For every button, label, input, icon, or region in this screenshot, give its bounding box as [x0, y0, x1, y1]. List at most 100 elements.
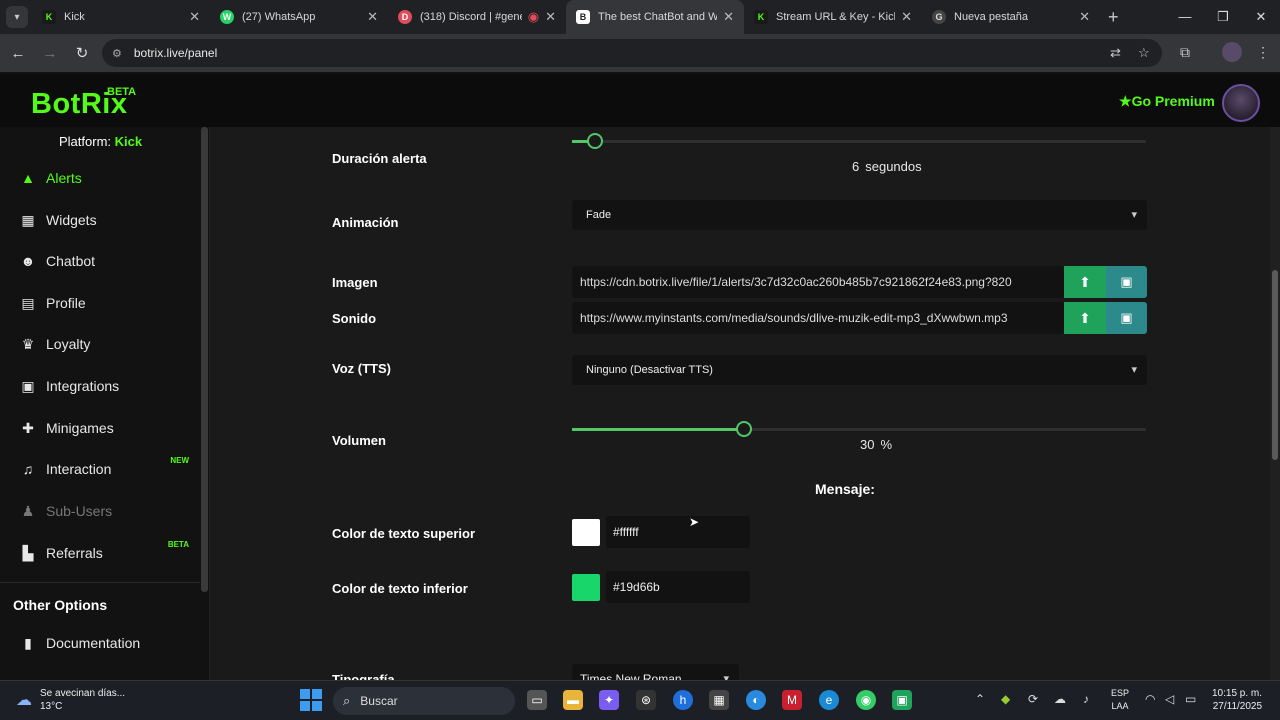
tray-sync-icon[interactable]: ⟳ [1028, 692, 1038, 706]
sidebar-item-minigames[interactable]: ✚ Minigames [0, 409, 200, 447]
sound-gallery-button[interactable]: ▣ [1106, 302, 1147, 334]
close-icon[interactable]: ✕ [367, 9, 378, 25]
image-url-input[interactable]: https://cdn.botrix.live/file/1/alerts/3c… [572, 266, 1064, 298]
app-icon[interactable]: ◐ [746, 690, 766, 710]
animation-select[interactable]: Fade ▾ [572, 200, 1147, 230]
tab-new-tab[interactable]: G Nueva pestaña ✕ [922, 0, 1100, 34]
upload-sound-button[interactable]: ⬆ [1064, 302, 1106, 334]
sidebar-item-sub-users[interactable]: ♟ Sub-Users [0, 492, 200, 530]
url-omnibox[interactable]: ⚙ botrix.live/panel ⇄ ☆ [102, 39, 1162, 67]
sidebar-item-referrals[interactable]: ▙ Referrals BETA [0, 534, 200, 572]
microphone-icon[interactable]: ♪ [1083, 692, 1089, 706]
system-clock[interactable]: 10:15 p. m. 27/11/2025 [1212, 687, 1262, 713]
bookmark-star-icon[interactable]: ☆ [1138, 45, 1150, 61]
steam-icon[interactable]: ⊛ [636, 690, 656, 710]
top-text-color-swatch[interactable] [572, 519, 600, 546]
page-scrollbar[interactable] [1270, 127, 1280, 680]
close-icon[interactable]: ✕ [723, 9, 734, 25]
upload-image-button[interactable]: ⬆ [1064, 266, 1106, 298]
sidebar-item-interaction[interactable]: ♫ Interaction NEW [0, 450, 200, 488]
star-icon: ★ [1119, 93, 1132, 109]
sidebar-item-integrations[interactable]: ▣ Integrations [0, 367, 200, 405]
volume-slider[interactable] [572, 421, 1146, 437]
wifi-icon[interactable]: ◠ [1145, 692, 1155, 706]
duration-value: 6 [852, 159, 860, 174]
sidebar-item-loyalty[interactable]: ♛ Loyalty [0, 325, 200, 363]
sidebar-item-alerts[interactable]: ▲ Alerts [0, 159, 200, 197]
top-text-color-input[interactable]: #ffffff [606, 516, 750, 548]
close-window-icon[interactable]: ✕ [1242, 0, 1280, 34]
tab-search-dropdown[interactable]: ▾ [6, 6, 28, 28]
file-explorer-icon[interactable]: ▬ [563, 690, 583, 710]
tray-app-icon[interactable]: ◆ [1001, 692, 1010, 706]
maximize-icon[interactable]: ❐ [1204, 0, 1242, 34]
battery-icon[interactable]: ▭ [1185, 692, 1196, 706]
chevron-down-icon: ▾ [1131, 364, 1137, 376]
forward-arrow-icon[interactable]: → [36, 45, 64, 62]
lang-line-1: ESP [1111, 688, 1130, 698]
menu-kebab-icon[interactable]: ⋮ [1256, 44, 1270, 61]
weather-widget[interactable]: ☁ Se avecinan días... 13°C [16, 687, 125, 713]
users-icon: ♟ [21, 502, 35, 519]
sidebar-item-chatbot[interactable]: ☻ Chatbot [0, 242, 200, 280]
bottom-text-color-swatch[interactable] [572, 574, 600, 601]
bottom-text-color-input[interactable]: #19d66b [606, 571, 750, 603]
image-gallery-button[interactable]: ▣ [1106, 266, 1147, 298]
duration-slider-handle[interactable] [586, 133, 603, 149]
tray-chevron-icon[interactable]: ⌃ [975, 692, 985, 706]
duration-readout: 6 segundos [852, 159, 922, 174]
tab-whatsapp[interactable]: W (27) WhatsApp ✕ [210, 0, 388, 34]
temperature: 13°C [40, 701, 63, 712]
taskbar-search[interactable]: ⌕ Buscar [333, 687, 515, 715]
store-icon[interactable]: ▦ [709, 690, 729, 710]
new-tab-plus-icon[interactable]: + [1108, 7, 1119, 28]
task-view-icon[interactable]: ▭ [527, 690, 547, 710]
volume-slider-handle[interactable] [736, 421, 753, 437]
sidebar-item-profile[interactable]: ▤ Profile [0, 284, 200, 322]
sidebar-item-widgets[interactable]: ▦ Widgets [0, 201, 200, 239]
sound-url-input[interactable]: https://www.myinstants.com/media/sounds/… [572, 302, 1064, 334]
language-indicator[interactable]: ESP LAA [1111, 687, 1129, 713]
reload-icon[interactable]: ↻ [68, 44, 96, 62]
hp-icon[interactable]: h [673, 690, 693, 710]
close-icon[interactable]: ✕ [545, 9, 556, 25]
close-icon[interactable]: ✕ [189, 9, 200, 25]
tray-cloud-icon[interactable]: ☁ [1054, 692, 1066, 706]
gamepad-icon: ✚ [22, 419, 34, 436]
tab-title: Nueva pestaña [954, 11, 1028, 23]
tab-stream-key[interactable]: K Stream URL & Key - Kick Dashboard ✕ [744, 0, 922, 34]
tab-title: Kick [64, 11, 85, 23]
tab-discord[interactable]: D (318) Discord | #general ◉ ✕ [388, 0, 566, 34]
copilot-icon[interactable]: ✦ [599, 690, 619, 710]
volume-slider-fill [572, 428, 745, 431]
scrollbar-thumb[interactable] [1272, 270, 1278, 460]
tab-title: The best ChatBot and Widgets [598, 11, 718, 23]
kick-app-icon[interactable]: ▣ [892, 690, 912, 710]
upload-icon: ⬆ [1079, 309, 1091, 326]
other-options-heading: Other Options [13, 597, 108, 613]
volume-icon[interactable]: ◁ [1165, 692, 1174, 706]
tts-voice-select[interactable]: Ninguno (Desactivar TTS) ▾ [572, 355, 1147, 385]
minimize-icon[interactable]: — [1166, 0, 1204, 34]
profile-avatar-icon[interactable] [1222, 42, 1242, 62]
tab-kick[interactable]: K Kick ✕ [32, 0, 210, 34]
sidebar-item-documentation[interactable]: ▮ Documentation [0, 624, 200, 662]
close-icon[interactable]: ✕ [901, 9, 912, 25]
chrome-icon[interactable]: ◉ [856, 690, 876, 710]
duration-slider[interactable] [572, 133, 1146, 149]
mcafee-icon[interactable]: M [782, 690, 802, 710]
user-avatar[interactable] [1222, 84, 1260, 122]
edge-icon[interactable]: e [819, 690, 839, 710]
back-arrow-icon[interactable]: ← [4, 45, 32, 62]
url-text[interactable]: botrix.live/panel [134, 46, 217, 60]
weather-text: Se avecinan días... [40, 688, 126, 699]
close-icon[interactable]: ✕ [1079, 9, 1090, 25]
translate-icon[interactable]: ⇄ [1110, 45, 1121, 61]
go-premium-button[interactable]: ★Go Premium [1119, 93, 1215, 110]
sidebar-scrollbar[interactable] [201, 127, 208, 592]
tab-botrix[interactable]: B The best ChatBot and Widgets ✕ [566, 0, 744, 34]
extensions-icon[interactable]: ⧉ [1180, 44, 1190, 61]
volume-readout: 30% [860, 437, 892, 452]
windows-start-icon[interactable] [300, 689, 322, 711]
site-info-icon[interactable]: ⚙ [112, 47, 122, 60]
